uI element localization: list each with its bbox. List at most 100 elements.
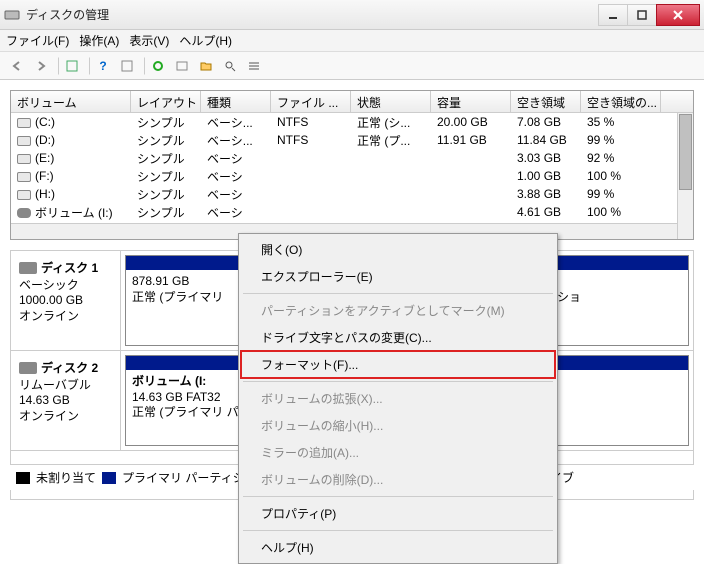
minimize-button[interactable]: [598, 4, 628, 26]
table-row[interactable]: (C:)シンプルベーシ...NTFS正常 (シ...20.00 GB7.08 G…: [11, 113, 693, 131]
disk-type: リムーバブル: [19, 376, 112, 393]
table-cell: シンプル: [131, 167, 201, 186]
context-separator: [243, 496, 553, 497]
table-cell: [351, 157, 431, 159]
back-button[interactable]: [6, 55, 28, 77]
window-title: ディスクの管理: [26, 6, 599, 23]
disk-size: 1000.00 GB: [19, 293, 112, 307]
context-item[interactable]: ヘルプ(H): [241, 534, 555, 561]
context-item: パーティションをアクティブとしてマーク(M): [241, 297, 555, 324]
table-cell: [271, 157, 351, 159]
context-menu: 開く(O)エクスプローラー(E) パーティションをアクティブとしてマーク(M)ドラ…: [238, 233, 558, 564]
table-cell: (C:): [11, 114, 131, 130]
context-item[interactable]: プロパティ(P): [241, 500, 555, 527]
disk-type: ベーシック: [19, 276, 112, 293]
table-row[interactable]: (H:)シンプルベーシ3.88 GB99 %: [11, 185, 693, 203]
table-row[interactable]: (E:)シンプルベーシ 3.03 GB92 %: [11, 149, 693, 167]
menu-file[interactable]: ファイル(F): [6, 32, 69, 49]
refresh-icon[interactable]: [147, 55, 169, 77]
table-cell: 92 %: [581, 150, 661, 166]
view-icon[interactable]: [61, 55, 83, 77]
context-separator: [243, 293, 553, 294]
disk-state: オンライン: [19, 407, 112, 424]
disk-header[interactable]: ディスク 2リムーバブル14.63 GBオンライン: [11, 351, 121, 450]
partition-name: ボリューム (I:: [132, 374, 206, 388]
volume-icon: [17, 118, 31, 128]
table-cell: ベーシ...: [201, 131, 271, 150]
properties-icon[interactable]: [116, 55, 138, 77]
table-row[interactable]: ボリューム (I:)シンプルベーシ4.61 GB100 %: [11, 203, 693, 221]
table-cell: (H:): [11, 186, 131, 202]
table-cell: [431, 175, 511, 177]
table-cell: シンプル: [131, 149, 201, 168]
table-cell: シンプル: [131, 131, 201, 150]
title-bar: ディスクの管理: [0, 0, 704, 30]
context-item[interactable]: 開く(O): [241, 236, 555, 263]
table-cell: 99 %: [581, 186, 661, 202]
context-item[interactable]: ドライブ文字とパスの変更(C)...: [241, 324, 555, 351]
table-row[interactable]: (D:)シンプルベーシ...NTFS正常 (プ...11.91 GB11.84 …: [11, 131, 693, 149]
disk-title: ディスク 2: [41, 359, 98, 376]
table-cell: 3.03 GB: [511, 150, 581, 166]
disk-header[interactable]: ディスク 1ベーシック1000.00 GBオンライン: [11, 251, 121, 350]
column-header[interactable]: レイアウト: [131, 91, 201, 112]
column-header[interactable]: 状態: [351, 91, 431, 112]
table-cell: 11.84 GB: [511, 132, 581, 148]
column-header[interactable]: 容量: [431, 91, 511, 112]
menu-view[interactable]: 表示(V): [129, 32, 169, 49]
table-cell: 正常 (シ...: [351, 113, 431, 132]
table-cell: [351, 193, 431, 195]
vertical-scrollbar[interactable]: [677, 113, 693, 239]
table-cell: [431, 157, 511, 159]
disk-icon: [19, 362, 37, 374]
list-icon[interactable]: [243, 55, 265, 77]
table-cell: 20.00 GB: [431, 114, 511, 130]
table-row[interactable]: (F:)シンプルベーシ1.00 GB100 %: [11, 167, 693, 185]
context-separator: [243, 530, 553, 531]
menu-action[interactable]: 操作(A): [79, 32, 119, 49]
table-cell: NTFS: [271, 132, 351, 148]
table-cell: 4.61 GB: [511, 204, 581, 220]
close-button[interactable]: [656, 4, 700, 26]
column-header[interactable]: 空き領域の...: [581, 91, 661, 112]
legend-label: 未割り当て: [36, 469, 96, 486]
table-cell: ボリューム (I:): [11, 203, 131, 222]
table-cell: (D:): [11, 132, 131, 148]
context-item[interactable]: エクスプローラー(E): [241, 263, 555, 290]
table-cell: 35 %: [581, 114, 661, 130]
table-cell: [351, 175, 431, 177]
column-header[interactable]: ファイル ...: [271, 91, 351, 112]
table-cell: ベーシ: [201, 149, 271, 168]
table-cell: 7.08 GB: [511, 114, 581, 130]
table-cell: 99 %: [581, 132, 661, 148]
disk-title: ディスク 1: [41, 259, 98, 276]
table-cell: 1.00 GB: [511, 168, 581, 184]
table-cell: シンプル: [131, 113, 201, 132]
column-header[interactable]: 種類: [201, 91, 271, 112]
help-icon[interactable]: ?: [92, 55, 114, 77]
menu-help[interactable]: ヘルプ(H): [179, 32, 232, 49]
zoom-icon[interactable]: [219, 55, 241, 77]
legend-swatch: [16, 472, 30, 484]
table-cell: [271, 175, 351, 177]
toolbar-separator: [54, 57, 59, 75]
table-cell: [351, 211, 431, 213]
column-header[interactable]: 空き領域: [511, 91, 581, 112]
volume-icon: [17, 136, 31, 146]
table-cell: [431, 211, 511, 213]
table-cell: シンプル: [131, 203, 201, 222]
table-cell: NTFS: [271, 114, 351, 130]
table-cell: (E:): [11, 150, 131, 166]
app-icon: [4, 7, 20, 23]
table-cell: [271, 193, 351, 195]
column-header[interactable]: ボリューム: [11, 91, 131, 112]
disk-icon: [19, 262, 37, 274]
disk-state: オンライン: [19, 307, 112, 324]
maximize-button[interactable]: [627, 4, 657, 26]
settings-icon[interactable]: [171, 55, 193, 77]
context-separator: [243, 381, 553, 382]
forward-button[interactable]: [30, 55, 52, 77]
folder-icon[interactable]: [195, 55, 217, 77]
context-item[interactable]: フォーマット(F)...: [241, 351, 555, 378]
menu-bar: ファイル(F) 操作(A) 表示(V) ヘルプ(H): [0, 30, 704, 52]
